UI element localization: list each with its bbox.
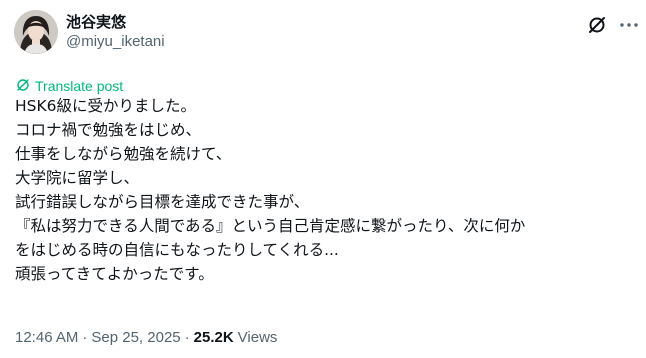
post-text-line: 試行錯誤しながら目標を達成できた事が、	[15, 193, 310, 211]
post-text: HSK6級に受かりました。 コロナ禍で勉強をはじめ、 仕事をしながら勉強を続けて…	[15, 94, 631, 286]
post-text-line: 『私は努力できる人間である』という自己肯定感に繋がったり、次に何か	[15, 217, 526, 235]
post-date[interactable]: Sep 25, 2025	[91, 328, 180, 348]
post-text-line: HSK6級に受かりました。	[15, 97, 197, 115]
translate-post-label: Translate post	[35, 78, 124, 94]
post-text-line: 仕事をしながら勉強を続けて、	[15, 145, 232, 163]
post-text-line: 頑張ってきてよかったです。	[15, 265, 214, 283]
post-header: 池谷実悠 @miyu_iketani	[14, 10, 638, 58]
post-time[interactable]: 12:46 AM	[15, 328, 78, 348]
grok-icon[interactable]	[586, 14, 608, 36]
author-display-name[interactable]: 池谷実悠	[66, 12, 165, 32]
translate-icon	[16, 77, 30, 96]
post-text-line: をはじめる時の自信にもなったりしてくれる...	[15, 241, 339, 259]
views-count[interactable]: 25.2K	[194, 328, 234, 348]
views-label: Views	[237, 329, 278, 346]
more-icon[interactable]	[618, 14, 640, 36]
translate-post-link[interactable]: Translate post	[16, 77, 123, 95]
avatar[interactable]	[14, 10, 58, 54]
avatar-image	[14, 10, 58, 54]
author-names: 池谷実悠 @miyu_iketani	[66, 12, 165, 52]
post-meta: 12:46 AM · Sep 25, 2025 · 25.2K Views	[15, 328, 277, 348]
meta-separator: ·	[184, 329, 190, 346]
author-handle[interactable]: @miyu_iketani	[66, 32, 165, 52]
post-text-line: コロナ禍で勉強をはじめ、	[15, 121, 202, 139]
meta-separator: ·	[82, 329, 88, 346]
post-text-line: 大学院に留学し、	[15, 169, 140, 187]
